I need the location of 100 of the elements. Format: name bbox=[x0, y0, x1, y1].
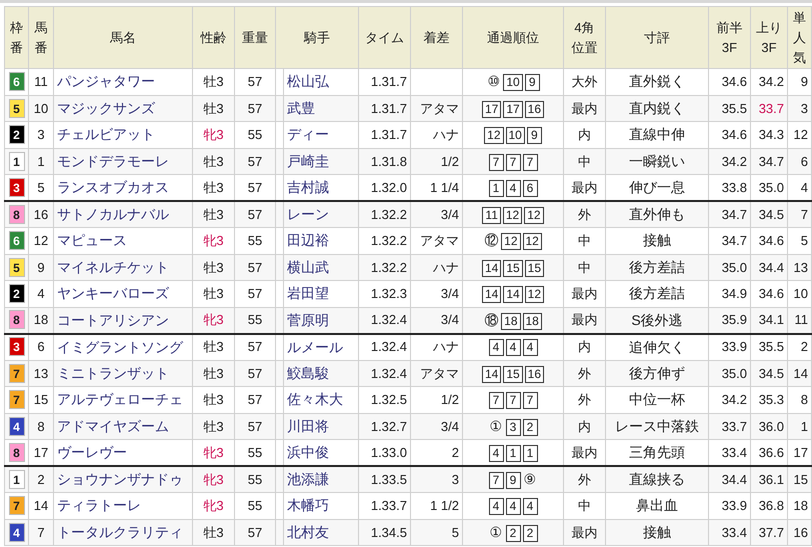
popularity: 8 bbox=[788, 386, 812, 413]
finish-time: 1.33.7 bbox=[358, 492, 410, 519]
jockey-name[interactable]: 松山弘 bbox=[284, 68, 358, 95]
position-box: 9 bbox=[524, 74, 540, 92]
frame-number-badge: 8 bbox=[8, 204, 24, 224]
position-box: 1 bbox=[522, 444, 538, 462]
margin: 1/2 bbox=[410, 386, 462, 413]
position-box: 14 bbox=[482, 260, 502, 276]
corner-position: 最内 bbox=[564, 280, 606, 307]
position-box: 4 bbox=[522, 339, 538, 356]
column-header: 重量 bbox=[242, 28, 268, 46]
horse-name[interactable]: ヤンキーバローズ bbox=[54, 280, 192, 307]
weight: 55 bbox=[234, 122, 276, 148]
frame-number-badge: 2 bbox=[8, 125, 24, 144]
first-3f: 34.7 bbox=[708, 228, 750, 254]
position-box: 4 bbox=[522, 498, 538, 515]
weight: 55 bbox=[234, 492, 276, 519]
weight: 57 bbox=[234, 386, 276, 413]
horse-name[interactable]: パンジャタワー bbox=[54, 68, 192, 95]
position-box: 9 bbox=[526, 127, 542, 144]
horse-name[interactable]: マピュース bbox=[54, 228, 192, 254]
column-header: 馬 番 bbox=[34, 18, 48, 56]
position-box: 7 bbox=[488, 472, 504, 489]
position-box: 2 bbox=[522, 524, 538, 542]
horse-name[interactable]: チェルビアット bbox=[54, 122, 192, 148]
column-header: タイム bbox=[365, 28, 404, 46]
position-box: 4 bbox=[488, 444, 504, 462]
position-box: 4 bbox=[506, 498, 520, 515]
popularity: 12 bbox=[788, 122, 812, 148]
popularity: 9 bbox=[788, 68, 812, 95]
jockey-name[interactable]: 木幡巧 bbox=[284, 492, 358, 519]
horse-number: 15 bbox=[28, 386, 54, 413]
finish-time: 1.32.5 bbox=[358, 386, 410, 413]
first-3f: 34.6 bbox=[708, 68, 750, 95]
popularity: 18 bbox=[788, 492, 812, 519]
position-box: 6 bbox=[522, 180, 538, 197]
horse-number: 7 bbox=[28, 519, 54, 546]
frame-number-badge: 8 bbox=[8, 442, 24, 462]
frame-number-badge: 6 bbox=[8, 231, 24, 250]
comment: 中位一杯 bbox=[606, 386, 708, 413]
position-box: 4 bbox=[488, 498, 504, 515]
margin: 1 1/2 bbox=[410, 492, 462, 519]
circled-position: ⑨ bbox=[522, 470, 538, 489]
corner-position: 内 bbox=[564, 122, 606, 148]
first-3f: 34.9 bbox=[708, 280, 750, 307]
position-box: 15 bbox=[524, 260, 544, 276]
frame-number-badge: 4 bbox=[8, 416, 24, 436]
position-box: 17 bbox=[482, 100, 502, 118]
margin: 5 bbox=[410, 519, 462, 546]
margin: ハナ bbox=[410, 122, 462, 148]
finish-time: 1.32.4 bbox=[358, 334, 410, 360]
corner-position: 最内 bbox=[564, 519, 606, 546]
horse-number: 3 bbox=[28, 122, 54, 148]
jockey-name[interactable]: 佐々木大 bbox=[284, 386, 358, 413]
frame-number-badge: 1 bbox=[8, 152, 24, 170]
finish-time: 1.32.2 bbox=[358, 228, 410, 254]
last-3f: 34.3 bbox=[750, 122, 788, 148]
circled-position: ⑩ bbox=[486, 72, 502, 92]
sex-age: 牡3 bbox=[192, 280, 234, 307]
last-3f: 34.6 bbox=[750, 228, 788, 254]
last-3f: 35.5 bbox=[750, 334, 788, 360]
corner-position: 大外 bbox=[564, 68, 606, 95]
position-box: 12 bbox=[501, 233, 520, 250]
last-3f: 37.7 bbox=[750, 519, 788, 546]
weight: 57 bbox=[234, 519, 276, 546]
position-box: 12 bbox=[502, 206, 522, 224]
comment: 接触 bbox=[606, 519, 708, 546]
jockey-name[interactable]: 北村友 bbox=[284, 519, 358, 546]
horse-name[interactable]: ティラトーレ bbox=[54, 492, 192, 519]
jockey-name[interactable]: ルメール bbox=[284, 334, 358, 360]
horse-name[interactable]: イミグラントソング bbox=[54, 334, 192, 360]
column-header: 性齢 bbox=[200, 28, 226, 46]
column-header: 単 人 気 bbox=[793, 8, 806, 66]
position-box: 7 bbox=[488, 392, 504, 409]
position-box: 7 bbox=[506, 392, 520, 409]
jockey-name[interactable]: ディー bbox=[284, 122, 358, 148]
frame-number-badge: 7 bbox=[8, 496, 24, 515]
frame-number-badge: 6 bbox=[8, 72, 24, 91]
position-box: 16 bbox=[524, 100, 544, 118]
position-box: 7 bbox=[488, 154, 504, 170]
circled-position: ⑫ bbox=[484, 231, 500, 250]
margin: ハナ bbox=[410, 334, 462, 360]
jockey-name[interactable]: 岩田望 bbox=[284, 280, 358, 307]
weight: 57 bbox=[234, 334, 276, 360]
horse-name[interactable]: アルテヴェローチェ bbox=[54, 386, 192, 413]
position-box: 17 bbox=[503, 100, 523, 118]
horse-number: 6 bbox=[28, 334, 54, 360]
position-box: 14 bbox=[482, 286, 502, 303]
column-header: 着差 bbox=[424, 28, 450, 46]
jockey-name[interactable]: 田辺裕 bbox=[284, 228, 358, 254]
sex-age: 牡3 bbox=[192, 519, 234, 546]
frame-number-badge: 1 bbox=[8, 470, 24, 489]
horse-name[interactable]: トータルクラリティ bbox=[54, 519, 192, 546]
position-box: 12 bbox=[524, 286, 544, 303]
horse-number: 14 bbox=[28, 492, 54, 519]
position-box: 7 bbox=[522, 392, 538, 409]
frame-number-badge: 3 bbox=[8, 337, 24, 356]
sex-age: 牡3 bbox=[192, 334, 234, 360]
first-3f: 34.6 bbox=[708, 122, 750, 148]
position-box: 11 bbox=[482, 206, 501, 224]
